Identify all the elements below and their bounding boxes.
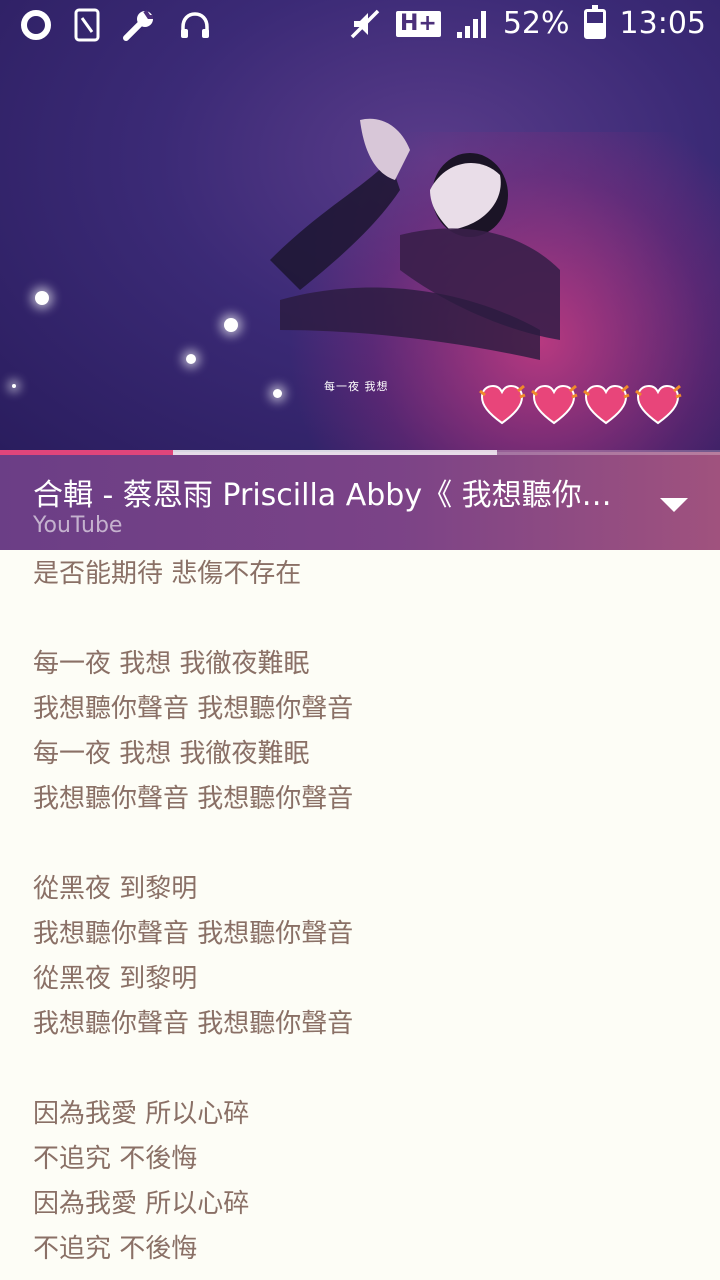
lyric-line: 不追究 不後悔 <box>33 1144 198 1174</box>
played-bar <box>0 450 173 455</box>
battery-percent: 52% <box>502 6 570 41</box>
lyric-spacer <box>33 1051 700 1096</box>
lyric-line: 我想聽你聲音 我想聽你聲音 <box>33 784 354 814</box>
video-player[interactable]: 每一夜 我想 <box>0 0 720 452</box>
heart-icon <box>583 384 630 425</box>
wrench-icon <box>122 8 156 42</box>
video-subtitle: 每一夜 我想 <box>324 380 389 393</box>
lyric-line: 是否能期待 悲傷不存在 <box>33 559 302 589</box>
heart-icon <box>635 384 682 425</box>
lyric-line: 每一夜 我想 我徹夜難眠 <box>33 739 310 769</box>
lyric-line: 從黑夜 到黎明 <box>33 874 198 904</box>
headset-icon <box>178 10 212 40</box>
sim-card-icon <box>74 8 100 42</box>
lyric-line: 因為我愛 所以心碎 <box>33 1189 250 1219</box>
heart-stickers <box>478 383 682 427</box>
lyric-line: 不追究 不後悔 <box>33 1234 198 1264</box>
lyric-line: 我想聽你聲音 我想聽你聲音 <box>33 1009 354 1039</box>
lyric-spacer <box>33 601 700 646</box>
mute-icon <box>348 7 382 41</box>
lyric-line: 每一夜 我想 我徹夜難眠 <box>33 649 310 679</box>
now-playing-bar: 合輯 - 蔡恩雨 Priscilla Abby《 我想聽你聲音 》 YouTub… <box>0 452 720 550</box>
signal-icon <box>455 8 489 40</box>
heart-icon <box>531 384 578 425</box>
opera-icon <box>20 9 52 41</box>
lyrics-panel: 是否能期待 悲傷不存在 每一夜 我想 我徹夜難眠 我想聽你聲音 我想聽你聲音 每一夜 … <box>33 556 700 1276</box>
battery-icon <box>583 4 606 39</box>
track-source: YouTube <box>33 513 123 538</box>
lyric-line: 我想聽你聲音 我想聽你聲音 <box>33 919 354 949</box>
status-bar: H+ 52% 13:05 <box>0 0 720 50</box>
lyric-line: 因為我愛 所以心碎 <box>33 1099 250 1129</box>
lyric-spacer <box>33 826 700 871</box>
track-title: 合輯 - 蔡恩雨 Priscilla Abby《 我想聽你聲音 》 <box>33 478 623 513</box>
playback-progress-bar[interactable] <box>0 450 720 455</box>
heart-icon <box>479 384 526 425</box>
chevron-down-icon[interactable] <box>656 492 692 516</box>
lyric-line: 從黑夜 到黎明 <box>33 964 198 994</box>
lyric-line: 我想聽你聲音 我想聽你聲音 <box>33 694 354 724</box>
clock: 13:05 <box>619 6 706 41</box>
network-type: H+ <box>395 10 441 37</box>
